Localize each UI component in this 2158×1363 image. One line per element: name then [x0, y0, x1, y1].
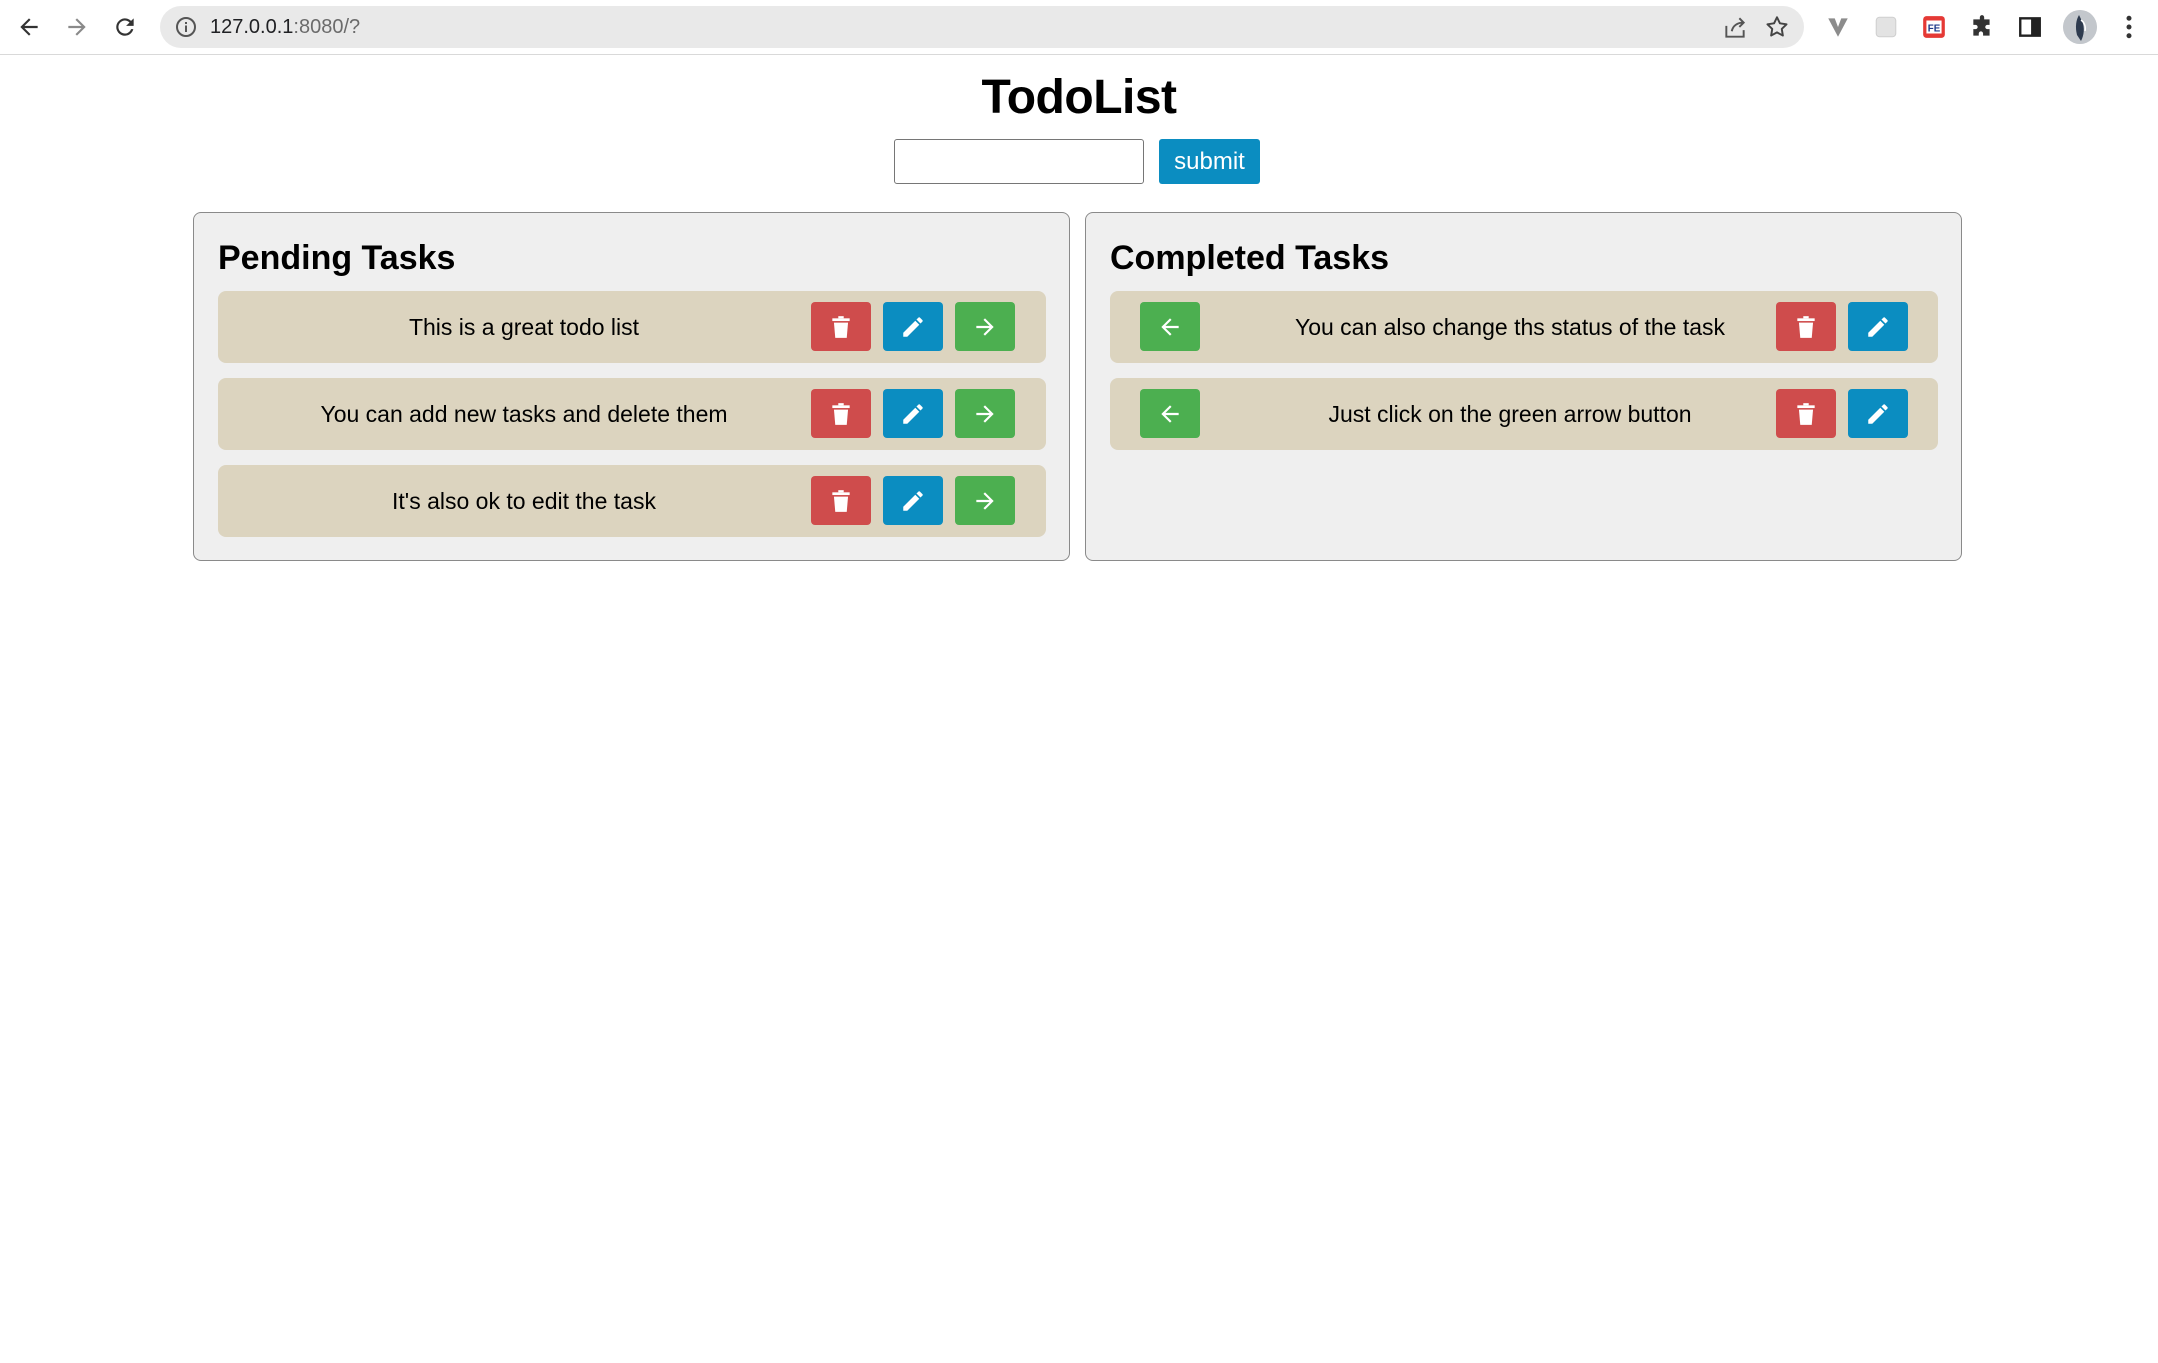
arrow-left-icon — [1161, 404, 1179, 423]
url-path: :8080/? — [293, 16, 361, 38]
sidebar-icon[interactable] — [2016, 13, 2044, 41]
url-host: 127.0.0.1 — [210, 16, 294, 38]
pencil-icon — [903, 490, 923, 511]
delete-button[interactable] — [811, 389, 871, 438]
complete-button[interactable] — [955, 302, 1015, 351]
task-text: You can also change ths status of the ta… — [1294, 314, 1726, 340]
trash-icon — [1797, 402, 1815, 425]
new-task-input[interactable] — [894, 139, 1144, 184]
task-text: You can add new tasks and delete them — [320, 401, 728, 427]
pencil-icon — [903, 316, 923, 337]
arrow-right-icon — [976, 491, 994, 510]
complete-button[interactable] — [955, 476, 1015, 525]
delete-button[interactable] — [811, 476, 871, 525]
trash-icon — [832, 489, 850, 512]
extension-v-icon[interactable] — [1824, 13, 1852, 41]
completed-task-item: Just click on the green arrow button — [1110, 378, 1938, 450]
arrow-right-icon — [976, 317, 994, 336]
task-text: Just click on the green arrow button — [1328, 401, 1692, 427]
completed-task-item: You can also change ths status of the ta… — [1110, 291, 1938, 363]
back-button[interactable] — [10, 8, 48, 46]
url-text: 127.0.0.1:8080/? — [210, 6, 360, 48]
edit-button[interactable] — [1848, 389, 1908, 438]
page-title: TodoList — [981, 71, 1177, 124]
back-arrow-icon — [20, 18, 38, 36]
trash-icon — [832, 402, 850, 425]
info-icon[interactable] — [174, 15, 198, 39]
star-icon[interactable] — [1764, 14, 1790, 40]
page: TodoList submit Pending Tasks This is a … — [0, 56, 2158, 1363]
pending-task-item: This is a great todo list — [218, 291, 1046, 363]
reload-icon — [116, 18, 134, 36]
revert-button[interactable] — [1140, 302, 1200, 351]
extension-fe-icon[interactable]: FE — [1920, 13, 1948, 41]
pencil-icon — [1868, 316, 1888, 337]
task-text: This is a great todo list — [408, 314, 640, 340]
submit-button[interactable]: submit — [1159, 139, 1260, 184]
pending-tasks-panel: Pending Tasks This is a great todo list … — [193, 212, 1070, 561]
trash-icon — [832, 315, 850, 338]
browser-toolbar: 127.0.0.1:8080/? FE — [0, 0, 2158, 55]
forward-button[interactable] — [58, 8, 96, 46]
pending-tasks-heading: Pending Tasks — [218, 239, 456, 277]
edit-button[interactable] — [1848, 302, 1908, 351]
revert-button[interactable] — [1140, 389, 1200, 438]
share-icon[interactable] — [1722, 15, 1748, 41]
menu-dots-icon[interactable] — [2114, 12, 2144, 42]
address-bar[interactable]: 127.0.0.1:8080/? — [160, 6, 1804, 48]
completed-tasks-panel: Completed Tasks You can also change ths … — [1085, 212, 1962, 561]
pencil-icon — [1868, 403, 1888, 424]
extension-square-icon[interactable] — [1872, 13, 1900, 41]
pending-task-item: It's also ok to edit the task — [218, 465, 1046, 537]
delete-button[interactable] — [1776, 389, 1836, 438]
puzzle-icon[interactable] — [1968, 13, 1996, 41]
edit-button[interactable] — [883, 302, 943, 351]
edit-button[interactable] — [883, 389, 943, 438]
arrow-right-icon — [976, 404, 994, 423]
pencil-icon — [903, 403, 923, 424]
arrow-left-icon — [1161, 317, 1179, 336]
svg-text:FE: FE — [1928, 23, 1941, 34]
avatar[interactable] — [2063, 10, 2097, 44]
delete-button[interactable] — [811, 302, 871, 351]
trash-icon — [1797, 315, 1815, 338]
reload-button[interactable] — [106, 8, 144, 46]
complete-button[interactable] — [955, 389, 1015, 438]
pending-task-item: You can add new tasks and delete them — [218, 378, 1046, 450]
task-text: It's also ok to edit the task — [392, 488, 656, 514]
delete-button[interactable] — [1776, 302, 1836, 351]
completed-tasks-heading: Completed Tasks — [1110, 239, 1390, 277]
edit-button[interactable] — [883, 476, 943, 525]
forward-arrow-icon — [68, 18, 86, 36]
